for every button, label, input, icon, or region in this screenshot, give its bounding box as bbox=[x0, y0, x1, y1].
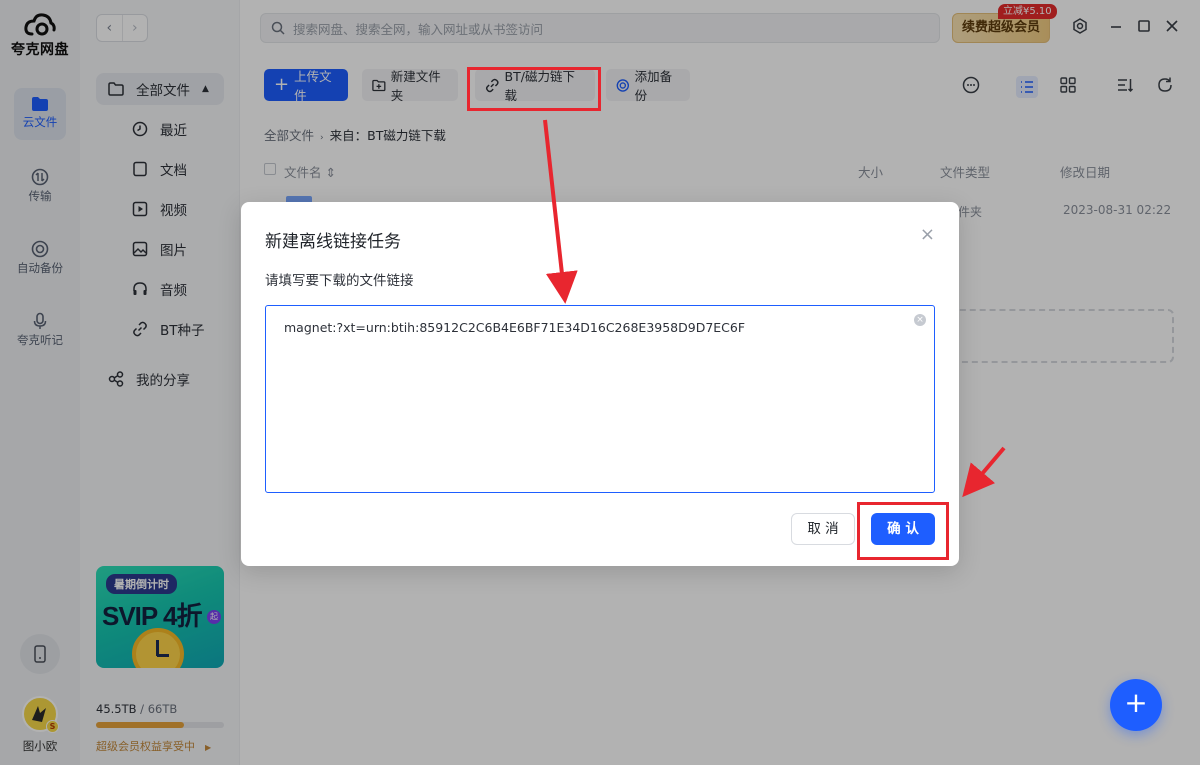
new-offline-task-dialog: 新建离线链接任务 × 请填写要下载的文件链接 × 取 消 确 认 bbox=[241, 202, 959, 566]
dialog-title: 新建离线链接任务 bbox=[265, 232, 401, 252]
magnet-link-input[interactable] bbox=[265, 305, 935, 493]
dialog-hint: 请填写要下载的文件链接 bbox=[265, 273, 414, 289]
annotation-box-bt-download bbox=[467, 67, 601, 111]
dialog-close-icon[interactable]: × bbox=[920, 226, 935, 244]
annotation-box-confirm bbox=[857, 502, 949, 560]
fab-add-button[interactable]: + bbox=[1110, 679, 1162, 731]
clear-input-icon[interactable]: × bbox=[914, 314, 926, 326]
cancel-button[interactable]: 取 消 bbox=[791, 513, 855, 545]
